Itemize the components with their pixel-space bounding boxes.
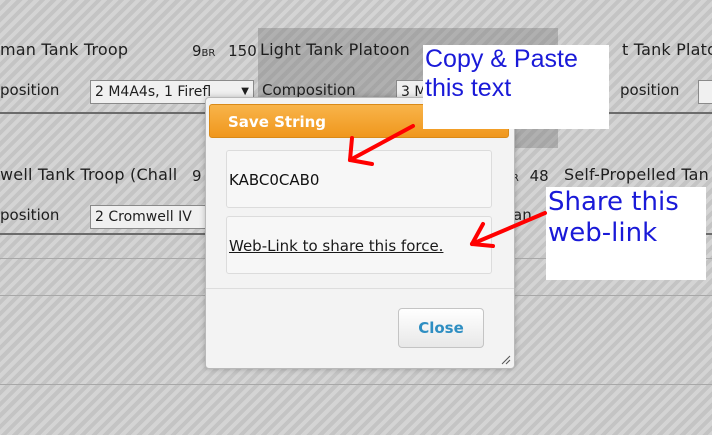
save-string-value[interactable]: KABC0CAB0 (229, 171, 319, 189)
unit-title: man Tank Troop (0, 40, 129, 59)
unit-rating: 9BR 150 (192, 42, 257, 60)
share-web-link[interactable]: Web-Link to share this force. (229, 237, 443, 255)
unit-title: t Tank Platoon (622, 40, 712, 59)
composition-label: position (0, 206, 60, 224)
annotation-line: Copy & Paste (425, 45, 578, 73)
share-link-annotation: Share this web-link (546, 187, 706, 280)
divider (0, 233, 206, 235)
composition-label: position (0, 81, 60, 99)
composition-value-partial: an (513, 206, 532, 224)
dialog-footer-divider (206, 288, 514, 289)
annotation-line: this text (425, 74, 512, 102)
composition-label: position (620, 81, 680, 99)
save-string-box[interactable]: KABC0CAB0 (226, 150, 492, 208)
annotation-line: web-link (548, 218, 658, 248)
share-link-box: Web-Link to share this force. (226, 216, 492, 274)
row-separator (0, 384, 712, 385)
unit-rating: 9 (192, 167, 202, 185)
copy-paste-annotation: Copy & Paste this text (423, 45, 609, 129)
resize-grip-icon[interactable] (501, 355, 511, 365)
unit-title: well Tank Troop (Chall (0, 165, 178, 184)
unit-title: Self-Propelled Tan (564, 165, 710, 184)
close-button[interactable]: Close (398, 308, 484, 348)
save-string-dialog: Save String KABC0CAB0 Web-Link to share … (205, 97, 515, 369)
composition-select[interactable] (698, 80, 712, 104)
annotation-line: Share this (548, 187, 679, 217)
unit-title: Light Tank Platoon (260, 40, 410, 59)
composition-select[interactable]: 2 Cromwell IV (90, 205, 214, 229)
